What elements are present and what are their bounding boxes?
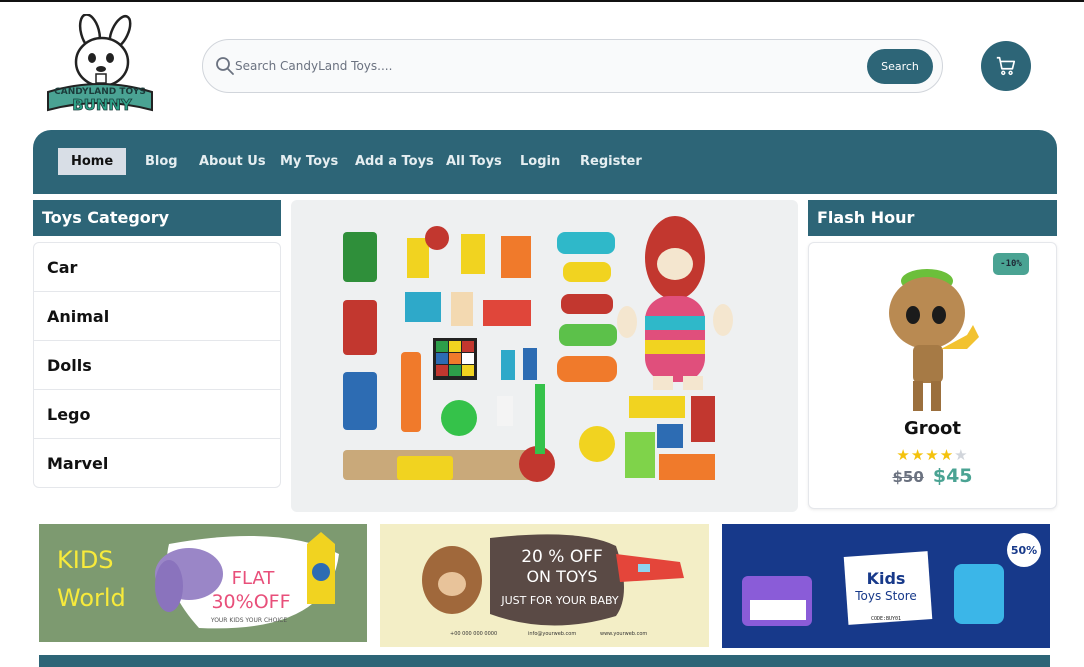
price-block: $50 $45 <box>809 465 1056 487</box>
banner2-line1: 20 % OFF <box>521 547 603 567</box>
star-icon: ★ <box>925 447 940 464</box>
flash-hour-title: Flash Hour <box>808 200 1057 236</box>
banner1-tagline: YOUR KIDS YOUR CHOICE <box>210 617 287 624</box>
top-border <box>0 0 1084 2</box>
banner-kids-world[interactable]: KIDS World FLAT 30%OFF YOUR KIDS YOUR CH… <box>39 524 367 642</box>
banner2-line2: ON TOYS <box>526 567 597 586</box>
nav-add-toys[interactable]: Add a Toys <box>355 148 434 175</box>
banner1-line2: World <box>57 584 126 612</box>
search-button[interactable]: Search <box>867 49 933 84</box>
star-icon: ★ <box>896 447 911 464</box>
cart-icon <box>996 56 1016 76</box>
search-bar: Search <box>202 39 943 93</box>
banner1-offer2: 30%OFF <box>211 591 290 613</box>
new-price: $45 <box>932 465 973 487</box>
star-icon: ★ <box>910 447 926 464</box>
nav-my-toys[interactable]: My Toys <box>280 148 338 175</box>
banner2-line3: JUST FOR YOUR BABY <box>500 594 619 607</box>
banner2-phone: +00 000 000 0000 <box>450 631 497 637</box>
flash-product-card[interactable]: -10% Groot ★★★★★ $50 $45 <box>808 242 1057 509</box>
section-header-partial <box>39 655 1050 667</box>
category-item-animal[interactable]: Animal <box>34 292 280 341</box>
category-title: Toys Category <box>33 200 281 236</box>
category-item-car[interactable]: Car <box>34 243 280 292</box>
banner2-email: info@yourweb.com <box>528 631 576 637</box>
banner3-code: CODE:BUY01 <box>871 616 901 622</box>
search-icon <box>216 57 234 75</box>
banner2-web: www.yourweb.com <box>600 631 647 637</box>
brand-logo[interactable]: CANDYLAND TOYS BUNNY <box>44 13 156 118</box>
category-item-marvel[interactable]: Marvel <box>34 439 280 488</box>
product-name: Groot <box>904 418 961 439</box>
cart-button[interactable] <box>981 41 1031 91</box>
banner-kids-toys-store[interactable]: Kids Toys Store CODE:BUY01 50% <box>722 524 1050 648</box>
nav-about-us[interactable]: About Us <box>199 148 266 175</box>
main-nav: Home Blog About Us My Toys Add a Toys Al… <box>33 130 1057 194</box>
rating-stars: ★★★★★ <box>809 446 1056 464</box>
search-input[interactable] <box>235 52 835 80</box>
banner1-offer1: FLAT <box>232 568 276 589</box>
banner3-badge: 50% <box>1011 544 1037 557</box>
banner3-title1: Kids <box>867 569 906 588</box>
banner3-title2: Toys Store <box>854 589 917 603</box>
nav-register[interactable]: Register <box>580 148 642 175</box>
star-empty-icon: ★ <box>954 447 969 464</box>
banner1-line1: KIDS <box>57 546 114 574</box>
product-image <box>889 269 979 411</box>
nav-login[interactable]: Login <box>520 148 560 175</box>
category-item-dolls[interactable]: Dolls <box>34 341 280 390</box>
logo-line2: BUNNY <box>72 96 133 114</box>
banner-20-off[interactable]: 20 % OFF ON TOYS JUST FOR YOUR BABY +00 … <box>380 524 709 647</box>
star-icon: ★ <box>939 447 955 464</box>
discount-badge: -10% <box>993 253 1029 275</box>
nav-all-toys[interactable]: All Toys <box>446 148 502 175</box>
category-item-lego[interactable]: Lego <box>34 390 280 439</box>
old-price: $50 <box>892 468 924 486</box>
nav-blog[interactable]: Blog <box>145 148 178 175</box>
nav-home[interactable]: Home <box>58 148 127 175</box>
hero-toys-image <box>291 200 798 512</box>
category-list: Car Animal Dolls Lego Marvel <box>33 242 281 488</box>
